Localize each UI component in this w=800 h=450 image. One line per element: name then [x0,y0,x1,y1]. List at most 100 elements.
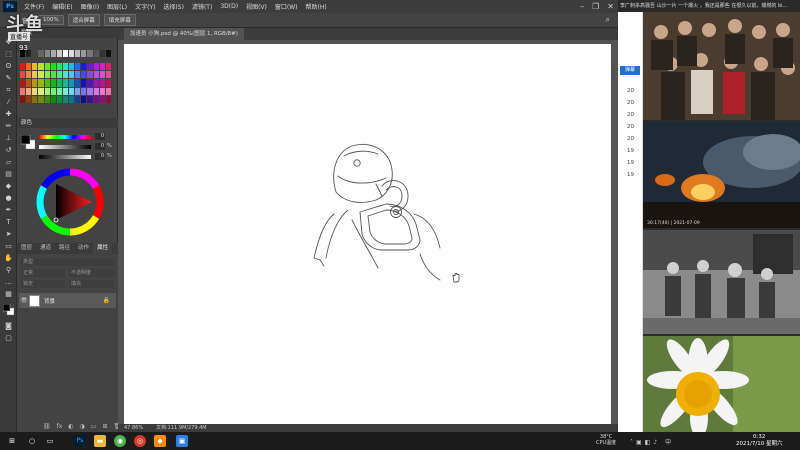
folder-icon[interactable]: ▭ [91,423,97,430]
swatch[interactable] [26,63,32,71]
swatch[interactable] [105,50,111,57]
swatch[interactable] [81,50,87,57]
swatch[interactable] [99,87,105,95]
quick-select-tool-icon[interactable]: ✎ [3,74,14,83]
screen-mode-icon[interactable]: ▢ [3,334,14,343]
swatch[interactable] [38,63,44,71]
eraser-tool-icon[interactable]: ▱ [3,158,14,167]
mask-icon[interactable]: ◐ [68,423,73,430]
menu-image[interactable]: 图像(I) [77,2,103,11]
swatch[interactable] [44,87,50,95]
swatch[interactable] [105,87,111,95]
blur-tool-icon[interactable]: ◆ [3,182,14,191]
clock[interactable]: 0:32 2021/7/10 星期六 [736,434,782,448]
canvas[interactable] [124,44,611,424]
app-orange-icon[interactable]: ◆ [154,435,166,447]
list-item[interactable]: 19 [627,160,634,166]
list-item[interactable]: 20 [627,124,634,130]
shape-tool-icon[interactable]: ▭ [3,242,14,251]
app-green-icon[interactable]: ◉ [114,435,126,447]
list-item[interactable]: 19 [627,148,634,154]
zoom-readout[interactable]: 47.86% [124,424,143,432]
danmaku-tag[interactable]: 弹幕 [620,66,640,75]
swatch[interactable] [32,50,38,57]
list-item[interactable]: 19 [627,172,634,178]
swatch[interactable] [50,95,56,103]
saturation-slider[interactable]: 0 % [39,143,112,150]
swatch[interactable] [93,87,99,95]
swatch[interactable] [32,79,38,87]
swatch[interactable] [56,50,62,57]
swatch[interactable] [99,50,105,57]
swatch[interactable] [75,63,81,71]
tab-layers[interactable]: 图层 [17,243,36,254]
swatch[interactable] [99,71,105,79]
zoom-tool-icon[interactable]: ⚲ [3,266,14,275]
photoshop-taskbar-icon[interactable]: Ps [74,435,86,447]
adjustment-icon[interactable]: ◑ [80,423,85,430]
crop-tool-icon[interactable]: ⌗ [3,86,14,95]
swatch[interactable] [32,71,38,79]
swatch[interactable] [69,87,75,95]
swatch[interactable] [81,87,87,95]
eyedropper-tool-icon[interactable]: ⁄ [3,98,14,107]
hand-tool-icon[interactable]: ✋ [3,254,14,263]
swatch[interactable] [62,50,69,57]
swatch[interactable] [62,79,69,87]
swatch[interactable] [62,87,69,95]
swatch[interactable] [56,71,62,79]
layer-row[interactable]: 👁 背景 🔒 [19,293,116,308]
swatch[interactable] [26,71,32,79]
swatch[interactable] [93,71,99,79]
task-view-icon[interactable]: ▭ [44,435,56,447]
list-item[interactable]: 20 [627,100,634,106]
swatch[interactable] [20,63,26,71]
file-explorer-icon[interactable]: ▬ [94,435,106,447]
eye-icon[interactable]: 👁 [19,297,29,304]
weibo-icon[interactable]: ◎ [134,435,146,447]
swatch[interactable] [20,71,26,79]
swatch[interactable] [50,79,56,87]
swatch[interactable] [26,95,32,103]
link-icon[interactable]: ⛓ [43,423,51,430]
menu-layer[interactable]: 图层(L) [103,2,131,11]
swatch[interactable] [93,50,99,57]
swatch[interactable] [105,63,111,71]
list-item[interactable]: 20 [627,136,634,142]
dodge-tool-icon[interactable]: ● [3,194,14,203]
more-tools-icon[interactable]: … [3,278,14,287]
blend-mode-select[interactable]: 正常 [21,269,65,277]
tab-actions[interactable]: 动作 [74,243,93,254]
video-thumbnail[interactable] [643,230,800,334]
brightness-value[interactable]: 0 [95,153,105,160]
menu-type[interactable]: 文字(Y) [131,2,159,11]
foreground-background-icon[interactable] [2,303,15,316]
system-tray-icons[interactable]: ˄▣◧♪ 中 [630,437,674,446]
app-blue-icon[interactable]: ▣ [176,435,188,447]
swatch[interactable] [44,95,50,103]
swatch[interactable] [38,87,44,95]
stamp-tool-icon[interactable]: ⊥ [3,134,14,143]
swatch[interactable] [87,87,93,95]
menu-select[interactable]: 选择(S) [159,2,188,11]
fx-icon[interactable]: fx [57,423,63,430]
swatch[interactable] [26,79,32,87]
saturation-value[interactable]: 0 [95,143,105,150]
swatch[interactable] [87,50,93,57]
swatch[interactable] [105,95,111,103]
fit-screen-button[interactable]: 适合屏幕 [67,14,100,26]
swatch[interactable] [69,95,75,103]
swatch[interactable] [50,63,56,71]
video-thumbnail[interactable] [643,336,800,438]
swatch[interactable] [81,71,87,79]
layer-name[interactable]: 背景 [44,297,103,305]
list-item[interactable]: 20 [627,88,634,94]
swatch[interactable] [20,79,26,87]
swatch[interactable] [32,63,38,71]
color-wheel[interactable] [36,168,104,236]
swatch[interactable] [50,50,56,57]
search-icon[interactable]: ○ [26,435,38,447]
swatch[interactable] [105,71,111,79]
video-thumbnail[interactable]: 30:17(40) | 2021-07-09 [643,122,800,228]
document-tab[interactable]: 加速员 小狗.psd @ 40%(图层 1, RGB/8#) [124,28,244,40]
